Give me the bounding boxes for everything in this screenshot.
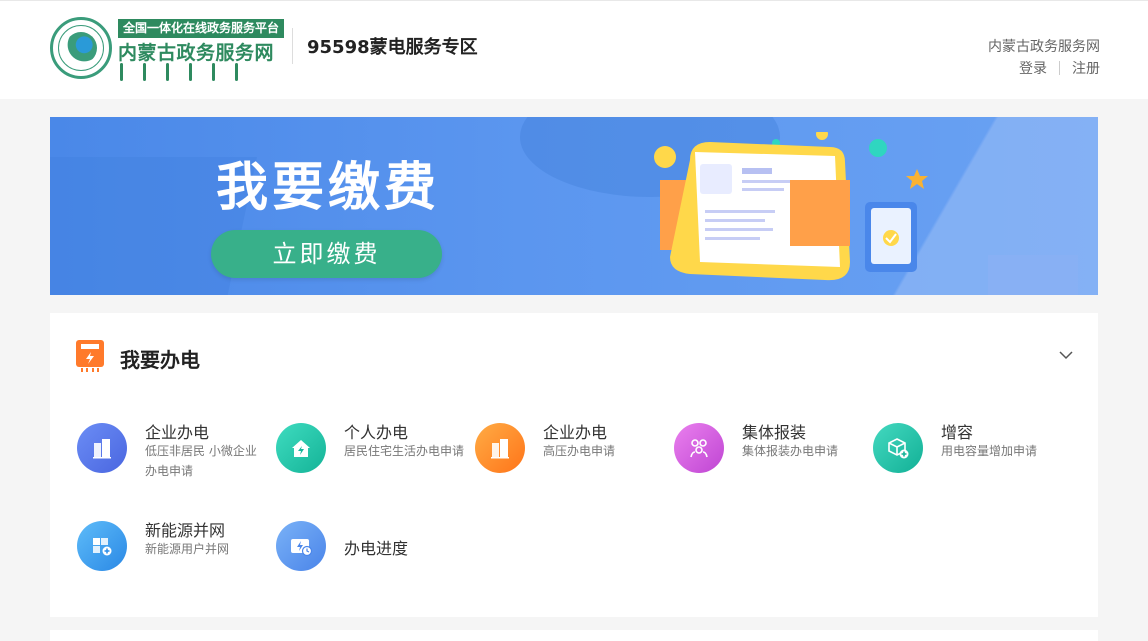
- service-name: 企业办电: [145, 423, 210, 442]
- service-desc: 低压非居民 小微企业办电申请: [145, 444, 257, 478]
- auth-separator: [1059, 61, 1060, 75]
- solar-panel-icon: [77, 521, 127, 571]
- logo-emblem-icon: [50, 17, 112, 79]
- service-progress[interactable]: 办电进度: [276, 521, 476, 591]
- electricity-service-card: 我要办电 企业办电 低压非居民 小微企业办电申请 个人办电 居民住宅生活办电申请…: [50, 313, 1098, 617]
- group-icon: [674, 423, 724, 473]
- service-new-energy[interactable]: 新能源并网 新能源用户并网: [77, 521, 277, 591]
- meter-icon: [76, 340, 104, 372]
- progress-icon: [276, 521, 326, 571]
- home-icon: [276, 423, 326, 473]
- service-name: 集体报装: [742, 423, 807, 442]
- header-divider: [292, 28, 293, 64]
- service-name: 新能源并网: [145, 521, 226, 540]
- service-enterprise-highvoltage[interactable]: 企业办电 高压办电申请: [475, 423, 675, 493]
- building-icon: [77, 423, 127, 473]
- service-name: 增容: [941, 423, 974, 442]
- service-capacity-increase[interactable]: 增容 用电容量增加申请: [873, 423, 1073, 493]
- next-section-edge: [50, 630, 1098, 641]
- logo-mongolian-script: [120, 63, 276, 91]
- pay-now-button[interactable]: 立即缴费: [211, 230, 442, 278]
- section-title: 我要办电: [120, 348, 200, 372]
- service-desc: 居民住宅生活办电申请: [344, 444, 465, 458]
- service-name: 个人办电: [344, 423, 409, 442]
- service-desc: 集体报装办电申请: [742, 444, 839, 458]
- login-link[interactable]: 登录: [1019, 58, 1047, 78]
- service-name: 办电进度: [344, 539, 409, 558]
- service-desc: 高压办电申请: [543, 444, 616, 458]
- payment-banner[interactable]: 我要缴费 立即缴费: [50, 117, 1098, 295]
- banner-title: 我要缴费: [216, 158, 441, 218]
- site-header: 全国一体化在线政务服务平台 内蒙古政务服务网 95598蒙电服务专区 内蒙古政务…: [0, 0, 1148, 99]
- service-enterprise-lowvoltage[interactable]: 企业办电 低压非居民 小微企业办电申请: [77, 423, 277, 493]
- auth-links: 登录 注册: [1019, 58, 1100, 78]
- logo-tagline: 全国一体化在线政务服务平台: [118, 19, 285, 38]
- register-link[interactable]: 注册: [1072, 58, 1100, 78]
- zone-title: 95598蒙电服务专区: [307, 37, 478, 58]
- chevron-down-icon[interactable]: [1058, 347, 1074, 363]
- building-icon: [475, 423, 525, 473]
- logo-name: 内蒙古政务服务网: [118, 42, 275, 64]
- box-plus-icon: [873, 423, 923, 473]
- service-collective[interactable]: 集体报装 集体报装办电申请: [674, 423, 874, 493]
- service-desc: 用电容量增加申请: [941, 444, 1038, 458]
- bill-illustration-icon: [654, 132, 928, 281]
- service-personal[interactable]: 个人办电 居民住宅生活办电申请: [276, 423, 476, 493]
- service-desc: 新能源用户并网: [145, 542, 230, 556]
- site-logo[interactable]: 全国一体化在线政务服务平台 内蒙古政务服务网: [50, 17, 285, 95]
- portal-link[interactable]: 内蒙古政务服务网: [988, 36, 1100, 56]
- service-name: 企业办电: [543, 423, 608, 442]
